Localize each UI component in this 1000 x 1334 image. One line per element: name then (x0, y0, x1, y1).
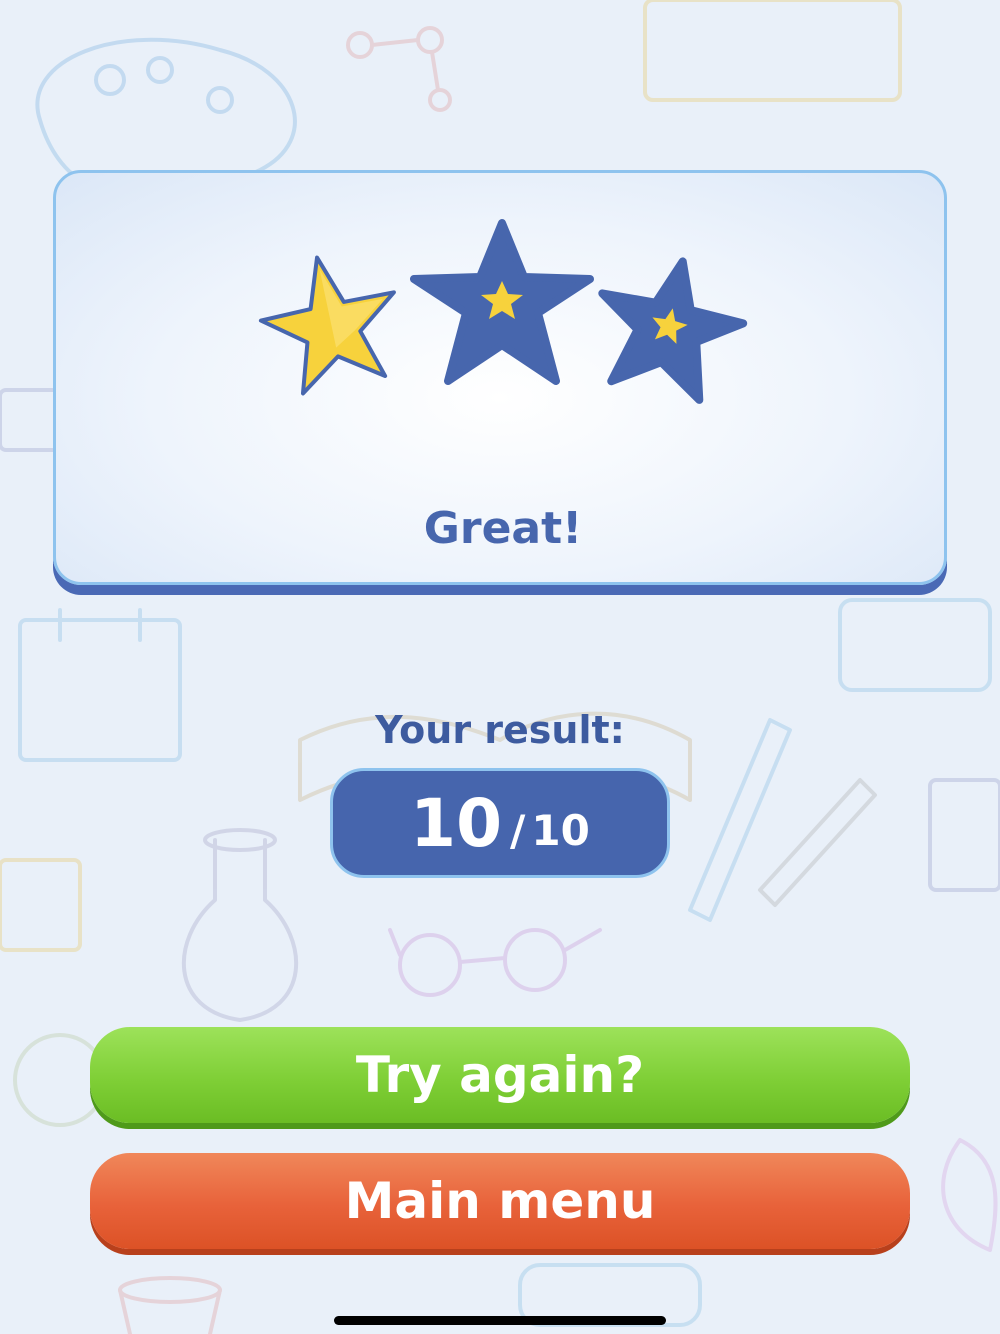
score-separator: / (510, 805, 526, 855)
empty-star-icon (410, 219, 594, 385)
home-indicator[interactable] (334, 1316, 666, 1325)
result-label: Your result: (375, 708, 625, 752)
rating-title: Great! (423, 503, 583, 554)
chalkboard-doodle (643, 0, 902, 102)
flower-doodle (941, 1138, 998, 1252)
empty-star-icon (598, 257, 748, 404)
score-badge: 10 / 10 (330, 768, 670, 878)
flask-doodle (181, 828, 299, 1022)
jar-doodle (838, 598, 992, 692)
main-menu-button[interactable]: Main menu (90, 1153, 910, 1249)
glasses-doodle (388, 928, 602, 997)
try-again-button[interactable]: Try again? (90, 1027, 910, 1123)
score-value: 10 (410, 784, 503, 862)
cup-doodle (118, 1276, 222, 1334)
pencil-doodle-2 (758, 778, 877, 907)
earned-star-icon (258, 255, 396, 396)
star-rating (258, 219, 748, 404)
crayon-box-doodle (0, 858, 82, 952)
result-card: Great! (53, 170, 947, 585)
molecule-doodle (346, 26, 452, 112)
score-total: 10 (531, 805, 590, 855)
